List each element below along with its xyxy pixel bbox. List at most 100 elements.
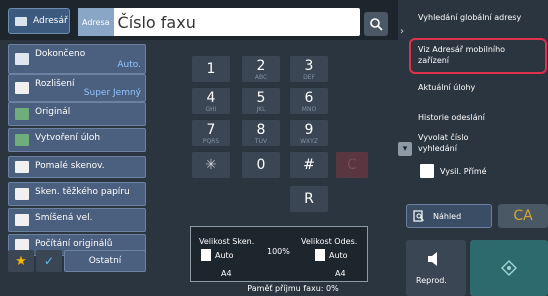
speaker-icon bbox=[428, 252, 437, 266]
resolution-label: Rozlišení bbox=[35, 79, 75, 89]
job-build-label: Vytvoření úloh bbox=[35, 133, 101, 143]
direct-send-checkbox[interactable] bbox=[420, 164, 434, 178]
current-jobs-link[interactable]: Aktuální úlohy bbox=[418, 82, 475, 93]
key-7-label: 7 bbox=[206, 121, 216, 138]
key-9-sub: WXYZ bbox=[300, 137, 318, 145]
original-label: Originál bbox=[35, 107, 71, 117]
slow-scan-icon bbox=[15, 161, 29, 173]
fax-number-input[interactable]: Adresa Číslo faxu bbox=[78, 8, 360, 36]
resolution-icon bbox=[15, 82, 29, 94]
original-count-label: Počítání originálů bbox=[35, 239, 113, 249]
favorite-button[interactable]: ★ bbox=[8, 250, 34, 272]
key-5-label: 5 bbox=[256, 89, 266, 106]
key-6[interactable]: 6 MNO bbox=[290, 88, 328, 114]
finishing-label: Dokončeno bbox=[35, 49, 86, 59]
direct-send-label: Vysil. Přímé bbox=[440, 166, 487, 176]
clear-all-button[interactable]: CA bbox=[498, 204, 548, 228]
scan-send-size-panel[interactable]: Velikost Sken. Velikost Odes. 100% Auto … bbox=[190, 226, 368, 282]
key-7-sub: PQRS bbox=[202, 137, 220, 145]
key-8[interactable]: 8 TUV bbox=[242, 120, 280, 146]
key-5-sub: JKL bbox=[256, 105, 266, 113]
key-4-label: 4 bbox=[206, 89, 216, 106]
slow-scan-button[interactable]: Pomalé skenov. bbox=[8, 156, 146, 178]
preview-button[interactable]: Náhled bbox=[406, 204, 492, 228]
key-9-label: 9 bbox=[304, 121, 314, 138]
key-hash[interactable]: # bbox=[290, 152, 328, 178]
key-6-sub: MNO bbox=[301, 105, 317, 113]
key-0[interactable]: 0 bbox=[242, 152, 280, 178]
address-book-button[interactable]: Adresář bbox=[8, 8, 70, 34]
clear-key[interactable]: C bbox=[336, 152, 368, 178]
key-r[interactable]: R bbox=[290, 186, 328, 212]
send-size-label: Velikost Odes. bbox=[301, 237, 358, 246]
speaker-button[interactable]: Reprod. bbox=[406, 240, 466, 296]
recall-number-link[interactable]: Vyvolat číslo vyhledání bbox=[418, 132, 508, 154]
send-history-link[interactable]: Historie odeslání bbox=[418, 112, 485, 123]
key-9[interactable]: 9 WXYZ bbox=[290, 120, 328, 146]
job-build-icon bbox=[15, 134, 29, 146]
heavy-paper-scan-button[interactable]: Sken. těžkého papíru bbox=[8, 182, 146, 206]
scan-auto: Auto bbox=[215, 251, 234, 260]
other-button[interactable]: Ostatní bbox=[64, 250, 146, 272]
resolution-button[interactable]: Rozlišení Super Jemný bbox=[8, 74, 146, 102]
address-book-icon bbox=[15, 16, 27, 26]
clear-all-label: CA bbox=[513, 208, 533, 224]
key-hash-label: # bbox=[303, 157, 315, 173]
key-3-label: 3 bbox=[304, 57, 314, 74]
key-3-sub: DEF bbox=[303, 73, 315, 81]
address-book-label: Adresář bbox=[33, 16, 68, 26]
chevron-right-icon[interactable]: › bbox=[400, 26, 404, 37]
heavy-paper-icon bbox=[15, 188, 29, 200]
address-tag: Adresa bbox=[78, 8, 114, 36]
key-2[interactable]: 2 ABC bbox=[242, 56, 280, 82]
speaker-label: Reprod. bbox=[416, 276, 447, 285]
heavy-paper-label: Sken. těžkého papíru bbox=[35, 187, 130, 197]
original-icon bbox=[15, 108, 29, 120]
key-5[interactable]: 5 JKL bbox=[242, 88, 280, 114]
asterisk-icon: ✳ bbox=[205, 157, 217, 173]
mixed-size-button[interactable]: Smíšená vel. bbox=[8, 208, 146, 232]
key-4[interactable]: 4 GHI bbox=[192, 88, 230, 114]
mobile-address-book-link[interactable]: Viz Adresář mobilního zařízení bbox=[418, 44, 518, 66]
search-button[interactable] bbox=[364, 12, 388, 36]
key-r-label: R bbox=[304, 191, 314, 207]
send-auto: Auto bbox=[329, 251, 348, 260]
key-8-label: 8 bbox=[256, 121, 266, 138]
mixed-size-label: Smíšená vel. bbox=[35, 213, 93, 223]
direct-send-row[interactable]: Vysil. Přímé bbox=[420, 164, 487, 178]
check-button[interactable]: ✓ bbox=[36, 250, 62, 272]
key-4-sub: GHI bbox=[205, 105, 217, 113]
original-button[interactable]: Originál bbox=[8, 102, 146, 126]
job-build-button[interactable]: Vytvoření úloh bbox=[8, 128, 146, 152]
finishing-icon bbox=[15, 53, 29, 65]
chevron-down-icon[interactable]: ▾ bbox=[398, 142, 412, 156]
scan-size-label: Velikost Sken. bbox=[199, 237, 255, 246]
slow-scan-label: Pomalé skenov. bbox=[35, 161, 105, 171]
finishing-value: Auto. bbox=[117, 60, 141, 70]
fax-number-placeholder: Číslo faxu bbox=[117, 12, 196, 32]
send-paper-size: A4 bbox=[335, 269, 346, 278]
global-address-search[interactable]: Vyhledání globální adresy bbox=[418, 12, 538, 34]
resolution-value: Super Jemný bbox=[83, 88, 141, 98]
finishing-button[interactable]: Dokončeno Auto. bbox=[8, 44, 146, 74]
star-icon: ★ bbox=[15, 253, 27, 269]
scan-paper-size: A4 bbox=[221, 269, 232, 278]
key-8-sub: TUV bbox=[254, 137, 268, 145]
mixed-size-icon bbox=[15, 214, 29, 226]
other-label: Ostatní bbox=[88, 256, 122, 266]
key-3[interactable]: 3 DEF bbox=[290, 56, 328, 82]
key-7[interactable]: 7 PQRS bbox=[192, 120, 230, 146]
preview-label: Náhled bbox=[433, 211, 462, 221]
key-asterisk[interactable]: ✳ bbox=[192, 152, 230, 178]
zoom-value: 100% bbox=[267, 247, 290, 256]
start-button[interactable] bbox=[470, 240, 548, 296]
search-icon bbox=[370, 18, 383, 31]
key-2-sub: ABC bbox=[254, 73, 268, 81]
clear-key-label: C bbox=[347, 157, 357, 173]
key-2-label: 2 bbox=[256, 57, 266, 74]
key-6-label: 6 bbox=[304, 89, 314, 106]
key-1[interactable]: 1 bbox=[192, 56, 230, 82]
preview-icon bbox=[413, 210, 424, 222]
scan-paper-icon bbox=[201, 249, 211, 261]
check-icon: ✓ bbox=[43, 254, 55, 268]
